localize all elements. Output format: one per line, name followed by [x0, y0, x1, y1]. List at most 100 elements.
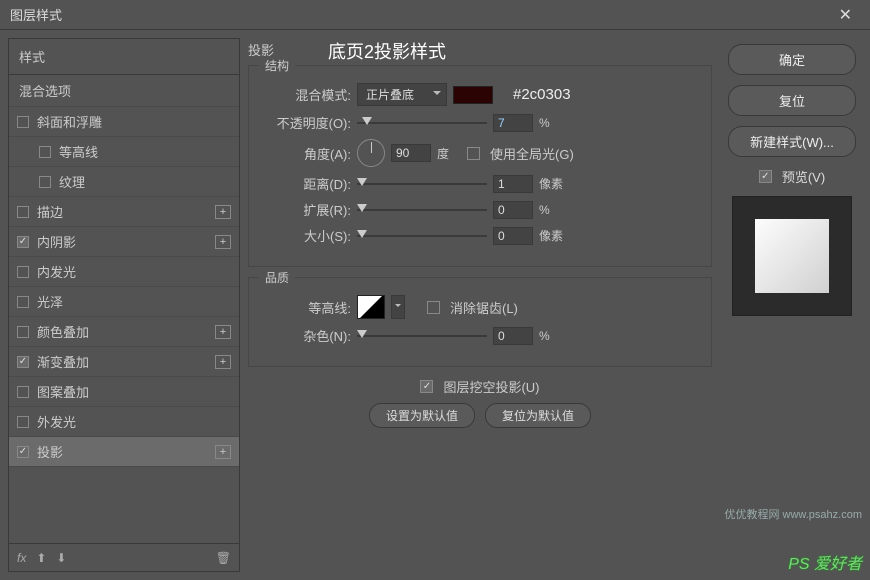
new-style-button[interactable]: 新建样式(W)... [728, 126, 856, 157]
size-slider[interactable] [357, 229, 487, 243]
checkbox-icon[interactable] [17, 416, 29, 428]
blend-mode-select[interactable]: 正片叠底 [357, 83, 447, 106]
checkbox-icon[interactable] [17, 326, 29, 338]
preview-toggle[interactable]: 预览(V) [759, 167, 825, 186]
angle-unit: 度 [437, 145, 461, 162]
style-color-overlay[interactable]: 颜色叠加+ [9, 317, 239, 347]
main-panel: 投影 底页2投影样式 结构 混合模式: 正片叠底 #2c0303 不透明度(O)… [248, 38, 862, 572]
distance-slider[interactable] [357, 177, 487, 191]
plus-icon[interactable]: + [215, 325, 231, 339]
opacity-label: 不透明度(O): [263, 113, 351, 132]
global-light-label: 使用全局光(G) [490, 144, 574, 163]
blend-mode-row: 混合模式: 正片叠底 #2c0303 [263, 83, 697, 106]
noise-slider[interactable] [357, 329, 487, 343]
reset-default-button[interactable]: 复位为默认值 [485, 403, 591, 428]
titlebar: 图层样式 ✕ [0, 0, 870, 30]
window-title: 图层样式 [10, 5, 831, 24]
opacity-unit: % [539, 116, 563, 130]
blend-mode-label: 混合模式: [263, 85, 351, 104]
preview-label: 预览(V) [782, 167, 825, 186]
contour-picker[interactable] [357, 295, 385, 319]
checkbox-icon[interactable] [39, 146, 51, 158]
opacity-row: 不透明度(O): % [263, 113, 697, 132]
checkbox-icon[interactable] [17, 446, 29, 458]
checkbox-icon[interactable] [17, 266, 29, 278]
plus-icon[interactable]: + [215, 355, 231, 369]
contour-dropdown-icon[interactable] [391, 295, 405, 319]
plus-icon[interactable]: + [215, 235, 231, 249]
fx-icon[interactable]: fx [17, 551, 26, 565]
angle-dial[interactable] [357, 139, 385, 167]
settings-panel: 投影 底页2投影样式 结构 混合模式: 正片叠底 #2c0303 不透明度(O)… [248, 38, 712, 572]
make-default-button[interactable]: 设置为默认值 [369, 403, 475, 428]
quality-legend: 品质 [259, 269, 295, 286]
style-bevel[interactable]: 斜面和浮雕 [9, 107, 239, 137]
contour-row: 等高线: 消除锯齿(L) [263, 295, 697, 319]
checkbox-icon[interactable] [17, 386, 29, 398]
spread-slider[interactable] [357, 203, 487, 217]
watermark-sub: 优优教程网 www.psahz.com [724, 506, 862, 522]
structure-group: 结构 混合模式: 正片叠底 #2c0303 不透明度(O): % [248, 65, 712, 267]
watermark: PS 爱好者 [788, 550, 862, 574]
sidebar-footer: fx ⬆ ⬇ 🗑 [9, 543, 239, 571]
style-drop-shadow[interactable]: 投影+ [9, 437, 239, 467]
close-icon[interactable]: ✕ [831, 5, 860, 25]
style-texture-sub[interactable]: 纹理 [9, 167, 239, 197]
preview-checkbox[interactable] [759, 170, 772, 183]
antialias-label: 消除锯齿(L) [450, 298, 518, 317]
color-swatch[interactable] [453, 86, 493, 104]
layer-style-window: 图层样式 ✕ 样式 混合选项 斜面和浮雕 等高线 纹理 描边+ 内阴影+ 内发光… [0, 0, 870, 580]
knockout-label: 图层挖空投影(U) [443, 377, 539, 396]
sidebar-header: 样式 [9, 39, 239, 75]
ok-button[interactable]: 确定 [728, 44, 856, 75]
style-inner-glow[interactable]: 内发光 [9, 257, 239, 287]
global-light-checkbox[interactable] [467, 147, 480, 160]
plus-icon[interactable]: + [215, 205, 231, 219]
checkbox-icon[interactable] [17, 236, 29, 248]
style-outer-glow[interactable]: 外发光 [9, 407, 239, 437]
right-column: 确定 复位 新建样式(W)... 预览(V) [722, 38, 862, 572]
style-contour-sub[interactable]: 等高线 [9, 137, 239, 167]
quality-group: 品质 等高线: 消除锯齿(L) 杂色(N): % [248, 277, 712, 367]
style-satin[interactable]: 光泽 [9, 287, 239, 317]
styles-sidebar: 样式 混合选项 斜面和浮雕 等高线 纹理 描边+ 内阴影+ 内发光 光泽 颜色叠… [8, 38, 240, 572]
style-list: 斜面和浮雕 等高线 纹理 描边+ 内阴影+ 内发光 光泽 颜色叠加+ 渐变叠加+… [9, 107, 239, 543]
distance-label: 距离(D): [263, 174, 351, 193]
arrow-down-icon[interactable]: ⬇ [56, 551, 66, 565]
knockout-checkbox[interactable] [420, 380, 433, 393]
angle-input[interactable] [391, 144, 431, 162]
style-gradient-overlay[interactable]: 渐变叠加+ [9, 347, 239, 377]
noise-row: 杂色(N): % [263, 326, 697, 345]
plus-icon[interactable]: + [215, 445, 231, 459]
spread-label: 扩展(R): [263, 200, 351, 219]
window-body: 样式 混合选项 斜面和浮雕 等高线 纹理 描边+ 内阴影+ 内发光 光泽 颜色叠… [0, 30, 870, 580]
size-input[interactable] [493, 227, 533, 245]
default-buttons: 设置为默认值 复位为默认值 [248, 403, 712, 428]
checkbox-icon[interactable] [17, 206, 29, 218]
blending-options[interactable]: 混合选项 [9, 75, 239, 107]
style-inner-shadow[interactable]: 内阴影+ [9, 227, 239, 257]
size-unit: 像素 [539, 227, 563, 244]
angle-row: 角度(A): 度 使用全局光(G) [263, 139, 697, 167]
arrow-up-icon[interactable]: ⬆ [36, 551, 46, 565]
antialias-checkbox[interactable] [427, 301, 440, 314]
distance-row: 距离(D): 像素 [263, 174, 697, 193]
size-row: 大小(S): 像素 [263, 226, 697, 245]
tutorial-annotation: 底页2投影样式 [328, 38, 446, 64]
opacity-input[interactable] [493, 114, 533, 132]
trash-icon[interactable]: 🗑 [216, 551, 231, 565]
checkbox-icon[interactable] [17, 356, 29, 368]
distance-input[interactable] [493, 175, 533, 193]
checkbox-icon[interactable] [17, 296, 29, 308]
style-pattern-overlay[interactable]: 图案叠加 [9, 377, 239, 407]
spread-input[interactable] [493, 201, 533, 219]
opacity-slider[interactable] [357, 116, 487, 130]
noise-label: 杂色(N): [263, 326, 351, 345]
cancel-button[interactable]: 复位 [728, 85, 856, 116]
checkbox-icon[interactable] [39, 176, 51, 188]
checkbox-icon[interactable] [17, 116, 29, 128]
spread-unit: % [539, 203, 563, 217]
style-stroke[interactable]: 描边+ [9, 197, 239, 227]
structure-legend: 结构 [259, 57, 295, 74]
noise-input[interactable] [493, 327, 533, 345]
